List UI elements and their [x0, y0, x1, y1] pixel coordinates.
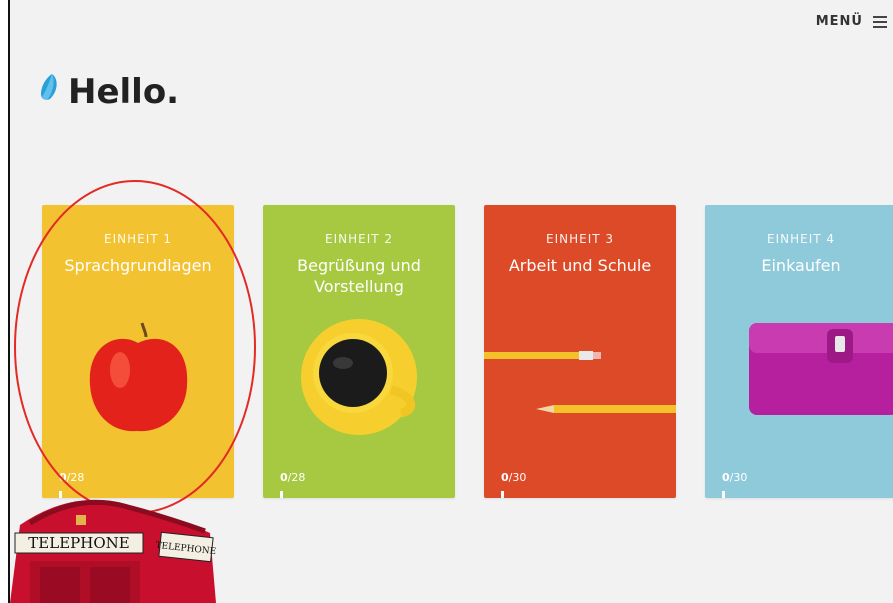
menu-label: MENÜ: [815, 14, 863, 29]
telephone-booth-image: TELEPHONE TELEPHONE: [10, 499, 216, 603]
unit-card-3[interactable]: EINHEIT 3 Arbeit und Schule 0/30: [484, 205, 676, 498]
rosetta-logo-icon: [41, 74, 57, 100]
progress-bar: [280, 491, 283, 498]
page-title: Hello.: [68, 72, 180, 112]
hamburger-icon: [873, 15, 887, 28]
progress-count: 0/30: [722, 471, 748, 484]
progress-bar: [501, 491, 504, 498]
highlight-ellipse: [14, 180, 256, 514]
progress-count: 0/28: [280, 471, 306, 484]
menu-button[interactable]: MENÜ: [816, 14, 887, 29]
pencils-image: [484, 351, 676, 413]
progress-count: 0/30: [501, 471, 527, 484]
coffee-cup-image: [301, 319, 417, 435]
wallet-image: [749, 323, 893, 415]
progress-bar: [722, 491, 725, 498]
unit-card-4[interactable]: EINHEIT 4 Einkaufen 0/30: [705, 205, 893, 498]
telephone-sign-left: TELEPHONE: [28, 534, 129, 552]
unit-card-2[interactable]: EINHEIT 2 Begrüßung und Vorstellung 0/28: [263, 205, 455, 498]
